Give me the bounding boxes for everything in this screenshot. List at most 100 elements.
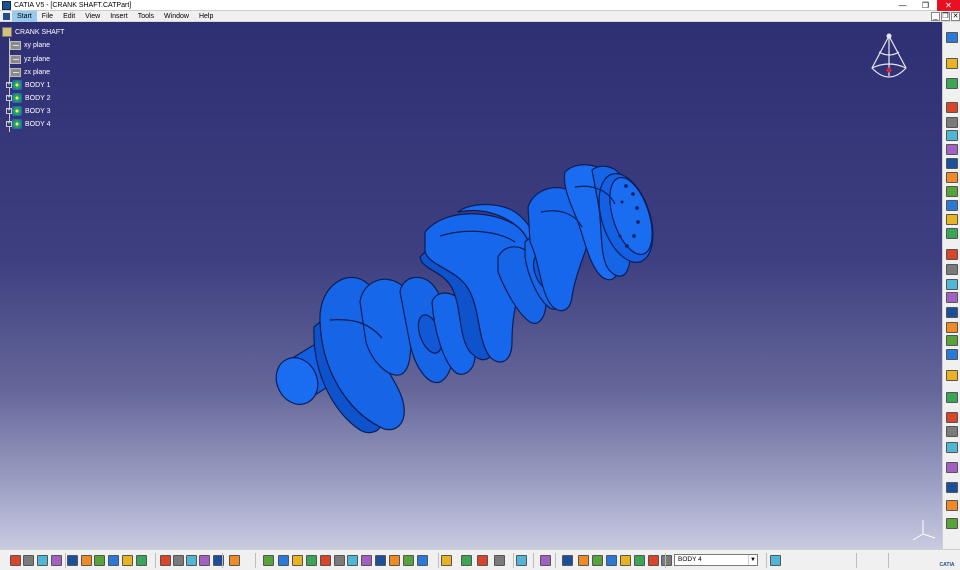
formula-icon[interactable]	[160, 555, 171, 566]
menu-window[interactable]: Window	[159, 11, 194, 22]
cut-icon[interactable]	[67, 555, 78, 566]
axis-system-icon[interactable]	[946, 500, 958, 511]
hide-show-icon[interactable]	[361, 555, 372, 566]
print-icon[interactable]	[51, 555, 62, 566]
new-icon[interactable]	[10, 555, 21, 566]
select-arrow-icon[interactable]	[946, 58, 958, 69]
tree-node-root[interactable]: CRANK SHAFT	[2, 26, 64, 38]
zoom-out-icon[interactable]	[306, 555, 317, 566]
more-icon[interactable]	[946, 518, 958, 529]
pan-icon[interactable]	[263, 555, 274, 566]
slot-icon[interactable]	[946, 186, 958, 197]
material-icon[interactable]	[648, 555, 659, 566]
undo-icon[interactable]	[108, 555, 119, 566]
apply-material-icon[interactable]	[661, 555, 672, 566]
pattern-icon[interactable]	[946, 392, 958, 403]
tree-node-body-2[interactable]: BODY 2	[12, 92, 51, 104]
thread-icon[interactable]	[946, 307, 958, 318]
3d-viewport[interactable]: CRANK SHAFT xy plane yz plane zx plane +…	[0, 22, 942, 549]
fit-all-icon[interactable]	[229, 555, 240, 566]
grid-icon[interactable]	[441, 555, 452, 566]
boolean-add-icon[interactable]	[634, 555, 645, 566]
knowledge-icon[interactable]	[186, 555, 197, 566]
tree-node-xy-plane[interactable]: xy plane	[10, 39, 50, 51]
menu-insert[interactable]: Insert	[105, 11, 133, 22]
measure-icon[interactable]	[946, 442, 958, 453]
doc-restore-button[interactable]: ❐	[941, 12, 950, 21]
photo-studio-icon[interactable]	[770, 555, 781, 566]
stiffener-icon[interactable]	[946, 200, 958, 211]
catalog-icon[interactable]	[199, 555, 210, 566]
whats-this-icon[interactable]	[136, 555, 147, 566]
dimension-icon[interactable]	[461, 555, 472, 566]
translate-icon[interactable]	[946, 349, 958, 360]
constraint-icon[interactable]	[946, 482, 958, 493]
menu-start[interactable]: Start	[12, 10, 37, 22]
open-icon[interactable]	[23, 555, 34, 566]
tree-node-body-4[interactable]: BODY 4	[12, 118, 51, 130]
tree-label-body-1: BODY 1	[25, 81, 51, 89]
snap-icon[interactable]	[417, 555, 428, 566]
menu-view[interactable]: View	[80, 11, 105, 22]
constraints-icon[interactable]	[477, 555, 488, 566]
doc-minimize-button[interactable]: _	[931, 12, 940, 21]
current-body-select[interactable]: BODY 4 ▼	[674, 554, 758, 566]
groove-icon[interactable]	[946, 144, 958, 155]
views-icon[interactable]	[334, 555, 345, 566]
thickness-icon[interactable]	[946, 292, 958, 303]
remove-face-icon[interactable]	[946, 322, 958, 333]
menu-edit[interactable]: Edit	[58, 11, 80, 22]
geometric-icon[interactable]	[494, 555, 505, 566]
shaft-icon[interactable]	[946, 130, 958, 141]
tree-node-body-3[interactable]: BODY 3	[12, 105, 51, 117]
mirror-icon[interactable]	[946, 370, 958, 381]
boolean-icon[interactable]	[946, 426, 958, 437]
sketch-icon[interactable]	[946, 78, 958, 89]
chamfer-icon[interactable]	[946, 249, 958, 260]
pocket-icon[interactable]	[946, 117, 958, 128]
tree-node-zx-plane[interactable]: zx plane	[10, 66, 50, 78]
copy-icon[interactable]	[81, 555, 92, 566]
zoom-in-icon[interactable]	[292, 555, 303, 566]
close-button[interactable]: ✕	[937, 0, 960, 11]
insert-body-icon[interactable]	[606, 555, 617, 566]
doc-close-button[interactable]: ✕	[951, 12, 960, 21]
normal-view-icon[interactable]	[320, 555, 331, 566]
draft-icon[interactable]	[946, 264, 958, 275]
pad-icon[interactable]	[946, 102, 958, 113]
analysis-icon[interactable]	[946, 462, 958, 473]
publish-icon[interactable]	[592, 555, 603, 566]
crankshaft-model[interactable]	[0, 22, 942, 549]
compass-icon[interactable]	[864, 30, 914, 90]
compass-icon[interactable]	[946, 32, 958, 43]
shell-icon[interactable]	[946, 279, 958, 290]
fillet-icon[interactable]	[946, 228, 958, 239]
loft-icon[interactable]	[946, 214, 958, 225]
replace-face-icon[interactable]	[946, 335, 958, 346]
save-icon[interactable]	[37, 555, 48, 566]
redo-icon[interactable]	[122, 555, 133, 566]
render-style-icon[interactable]	[347, 555, 358, 566]
catia-app-icon[interactable]	[2, 0, 11, 10]
restore-button[interactable]: ❐	[914, 0, 937, 11]
rib-icon[interactable]	[946, 172, 958, 183]
hole-icon[interactable]	[946, 158, 958, 169]
tree-node-yz-plane[interactable]: yz plane	[10, 53, 50, 65]
menu-tools[interactable]: Tools	[133, 11, 159, 22]
scale-icon[interactable]	[946, 412, 958, 423]
reorder-icon[interactable]	[620, 555, 631, 566]
plane-icon[interactable]	[540, 555, 551, 566]
rotate-icon[interactable]	[278, 555, 289, 566]
menu-file[interactable]: File	[37, 11, 58, 22]
menu-help[interactable]: Help	[194, 11, 218, 22]
axis-icon[interactable]	[389, 555, 400, 566]
swap-space-icon[interactable]	[375, 555, 386, 566]
point-icon[interactable]	[516, 555, 527, 566]
line-icon[interactable]	[562, 555, 573, 566]
tree-node-body-1[interactable]: BODY 1	[12, 79, 51, 91]
tools-icon[interactable]	[403, 555, 414, 566]
minimize-button[interactable]: —	[891, 0, 914, 11]
body-selector-icon[interactable]	[578, 555, 589, 566]
paste-icon[interactable]	[94, 555, 105, 566]
comment-icon[interactable]	[173, 555, 184, 566]
